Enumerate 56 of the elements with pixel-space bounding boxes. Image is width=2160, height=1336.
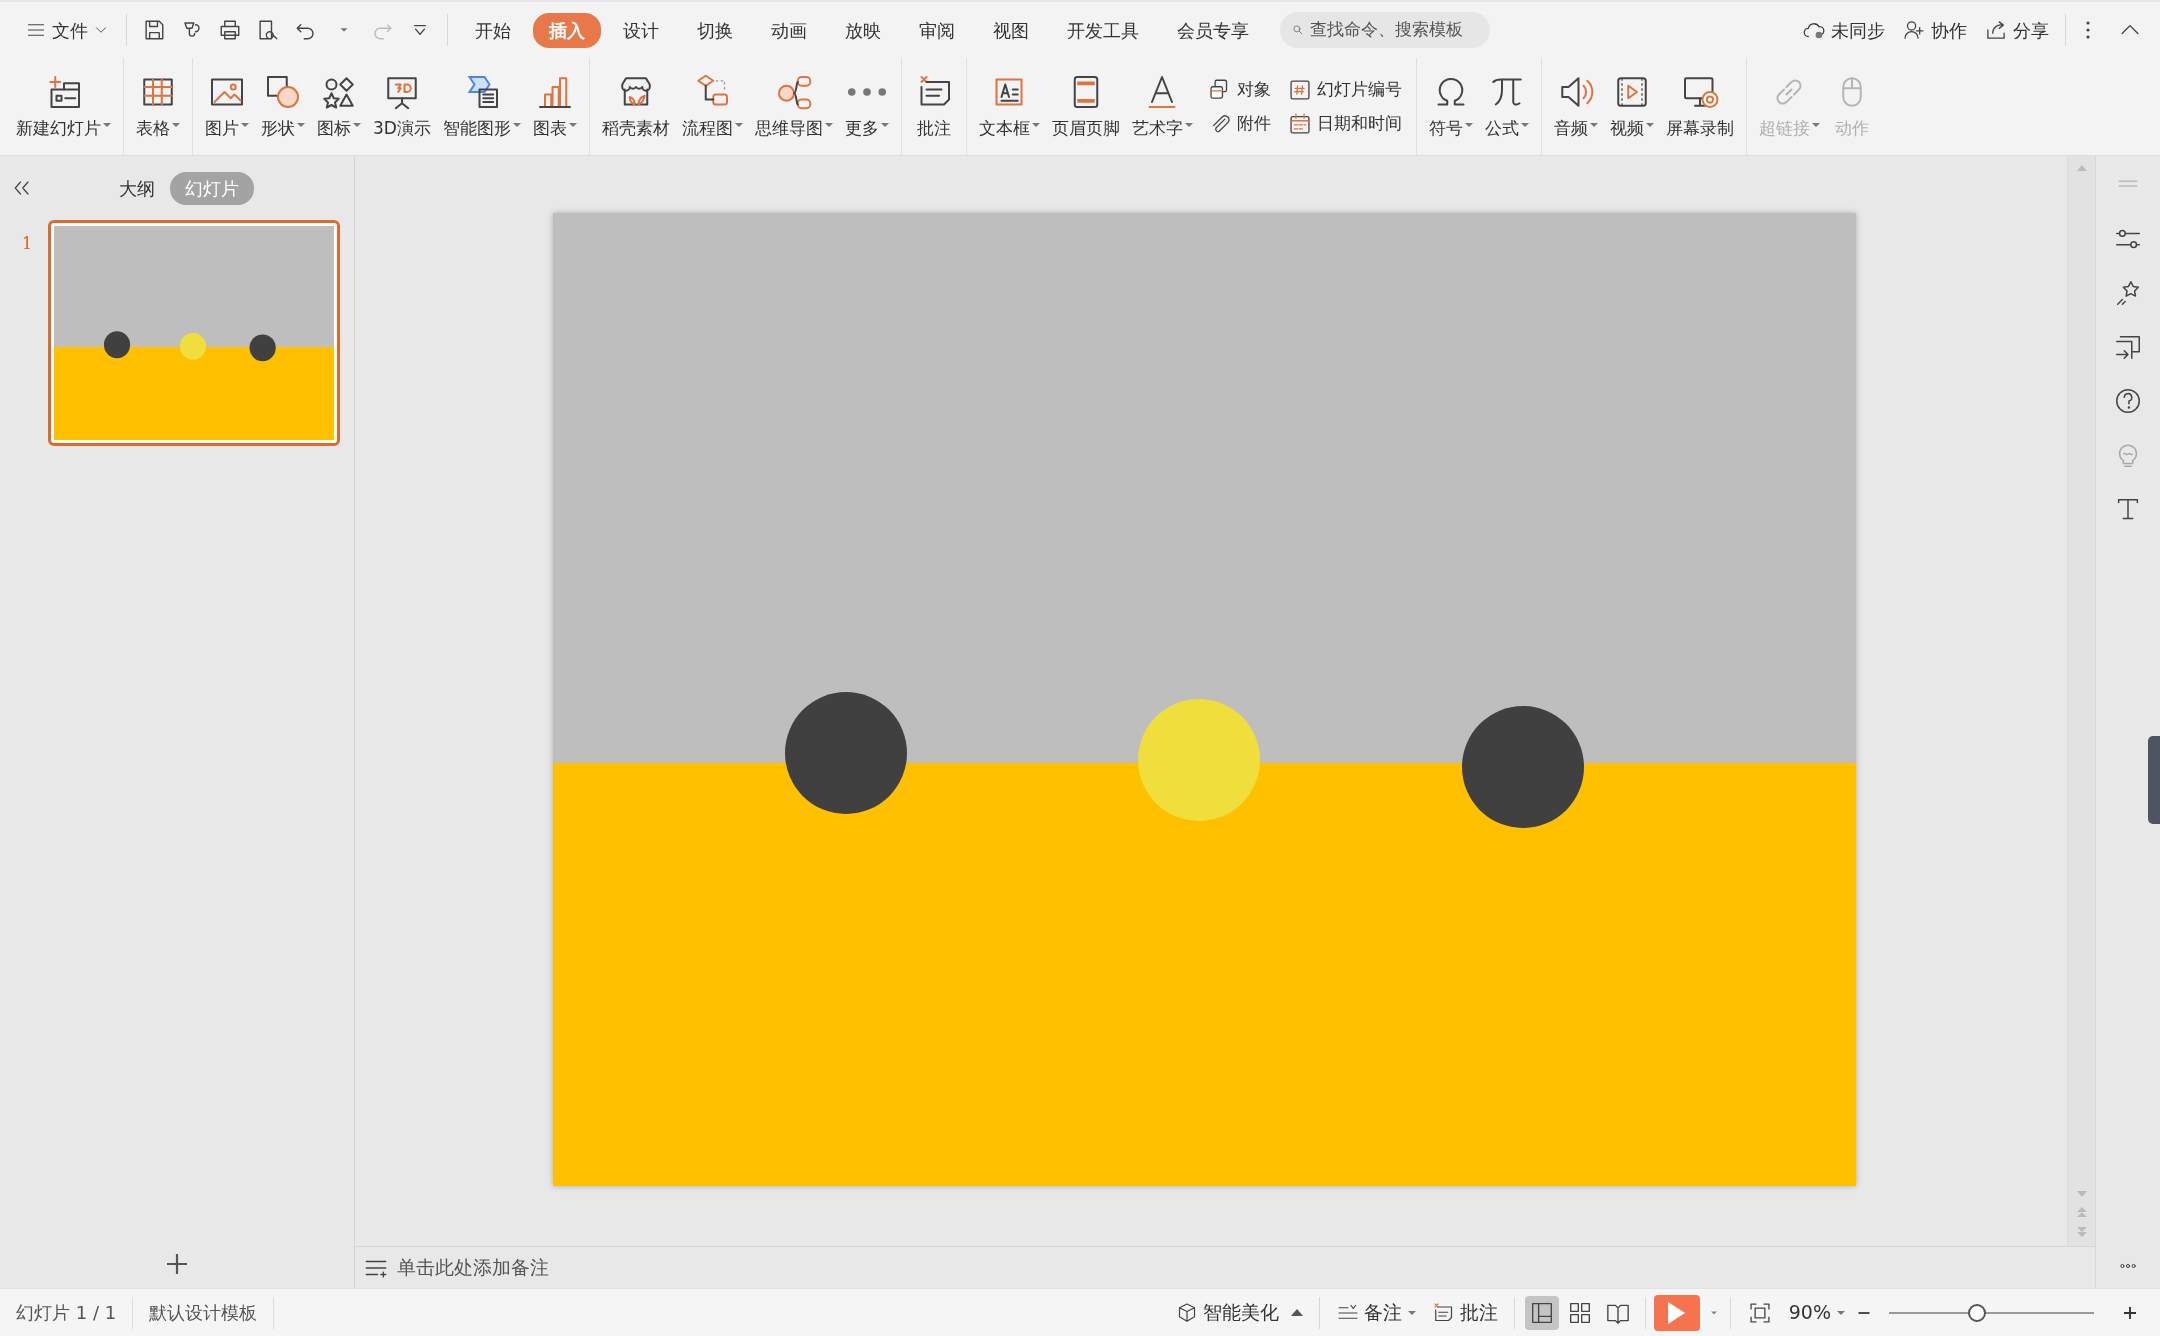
slide-counter: 幻灯片 1 / 1 bbox=[16, 1301, 117, 1325]
file-menu-button[interactable]: 文件 bbox=[16, 16, 118, 44]
ribbon-button[interactable]: 符号 bbox=[1422, 58, 1479, 155]
comments-button[interactable]: 批注 bbox=[1423, 1298, 1506, 1327]
ribbon-tab[interactable]: 动画 bbox=[755, 12, 823, 48]
ribbon-button[interactable]: 表格 bbox=[130, 58, 186, 155]
ribbon-tab[interactable]: 切换 bbox=[681, 12, 749, 48]
ribbon-button[interactable]: 批注 bbox=[907, 58, 960, 155]
slider-thumb[interactable] bbox=[1968, 1303, 1987, 1322]
ribbon-button[interactable]: 3D演示 bbox=[367, 58, 437, 155]
ribbon-button[interactable]: 更多 bbox=[838, 58, 895, 155]
toolbar-button[interactable]: 未同步 bbox=[1793, 16, 1893, 44]
ribbon-button[interactable]: 视频 bbox=[1603, 58, 1660, 155]
play-button[interactable] bbox=[1653, 1294, 1700, 1331]
grid-view-icon bbox=[1568, 1301, 1591, 1324]
panel-tab[interactable]: 大纲 bbox=[104, 171, 170, 205]
play-icon bbox=[1668, 1301, 1686, 1324]
toolbar-button[interactable]: 协作 bbox=[1893, 16, 1975, 44]
ribbon-button[interactable]: 日期和时间 bbox=[1282, 110, 1406, 137]
ribbon-button[interactable]: 附件 bbox=[1202, 110, 1275, 137]
slide-number: 1 bbox=[22, 233, 34, 255]
ribbon-tab[interactable]: 开发工具 bbox=[1051, 12, 1155, 48]
ribbon-button[interactable]: 屏幕录制 bbox=[1659, 58, 1740, 155]
notes-button[interactable]: 备注 bbox=[1327, 1298, 1424, 1327]
search-field[interactable]: 查找命令、搜索模板 bbox=[1280, 12, 1490, 48]
ribbon-tab[interactable]: 视图 bbox=[977, 12, 1045, 48]
ribbon-button[interactable]: 对象 bbox=[1202, 76, 1275, 103]
zoom-dropdown[interactable]: 90% bbox=[1780, 1298, 1853, 1327]
caret-up-icon bbox=[1290, 1309, 1303, 1316]
toolbar-button[interactable]: 分享 bbox=[1975, 16, 2057, 44]
ribbon-button[interactable]: 新建幻灯片 bbox=[10, 58, 117, 155]
ribbon-button[interactable]: 稻壳素材 bbox=[595, 58, 676, 155]
view-button[interactable] bbox=[1524, 1295, 1559, 1330]
ribbon-button[interactable]: 文本框 bbox=[972, 58, 1046, 155]
ribbon-button[interactable]: 流程图 bbox=[675, 58, 749, 155]
ribbon-tab[interactable]: 开始 bbox=[459, 12, 527, 48]
ribbon-tab[interactable]: 审阅 bbox=[903, 12, 971, 48]
help-icon[interactable] bbox=[2113, 386, 2143, 416]
ribbon-button[interactable]: 图标 bbox=[311, 58, 367, 155]
ribbon-button[interactable]: 图表 bbox=[526, 58, 583, 155]
ribbon-tab[interactable]: 会员专享 bbox=[1161, 12, 1265, 48]
ribbon-button[interactable]: 页眉页脚 bbox=[1045, 58, 1126, 155]
ribbon-button[interactable]: 音频 bbox=[1547, 58, 1604, 155]
normal-view-icon bbox=[1530, 1301, 1553, 1324]
ribbon-button[interactable]: 幻灯片编号 bbox=[1282, 76, 1406, 103]
ribbon-button[interactable]: 艺术字 bbox=[1125, 58, 1199, 155]
ribbon-tab[interactable]: 设计 bbox=[607, 12, 675, 48]
notes-placeholder[interactable]: 单击此处添加备注 bbox=[397, 1253, 549, 1282]
template-name[interactable]: 默认设计模板 bbox=[149, 1299, 258, 1326]
ribbon-button[interactable]: 图片 bbox=[199, 58, 255, 155]
ribbon-button[interactable]: 思维导图 bbox=[748, 58, 839, 155]
ribbon-tab[interactable]: 放映 bbox=[829, 12, 897, 48]
ribbon-button[interactable]: 公式 bbox=[1478, 58, 1535, 155]
ribbon-button[interactable]: 智能图形 bbox=[436, 58, 527, 155]
beautify-button[interactable]: 智能美化 bbox=[1166, 1298, 1311, 1327]
ribbon-button[interactable]: 形状 bbox=[255, 58, 311, 155]
